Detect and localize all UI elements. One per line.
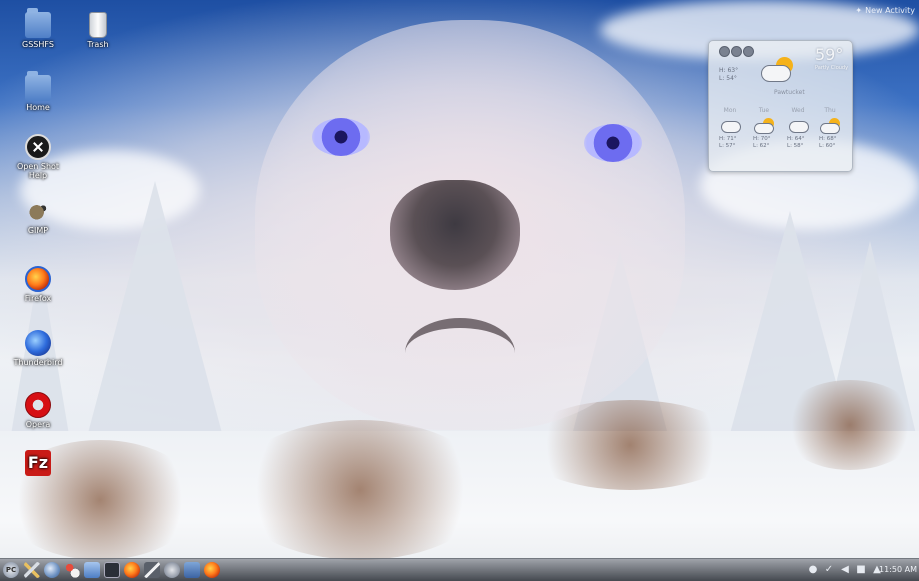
- games-icon[interactable]: [64, 562, 80, 578]
- desktop-icon-label: Opera: [25, 420, 51, 429]
- forecast-day: Wed H: 64° L: 58°: [783, 107, 813, 150]
- file-manager-icon[interactable]: [84, 562, 100, 578]
- desktop-icon-trash[interactable]: Trash: [70, 12, 126, 49]
- desktop-icon-filezilla[interactable]: Fz: [10, 450, 66, 478]
- current-temperature: 59°: [815, 45, 844, 64]
- desktop-icon-firefox[interactable]: Firefox: [10, 266, 66, 303]
- sun-cloud-icon: [820, 118, 840, 134]
- firefox-icon: [25, 266, 51, 292]
- forecast-low: L: 57°: [719, 143, 736, 149]
- forecast-low: L: 60°: [819, 143, 836, 149]
- desktop-icon-label: GIMP: [27, 226, 49, 235]
- forecast-temps: H: 68° L: 60°: [815, 136, 845, 150]
- tools-icon[interactable]: [24, 562, 40, 578]
- kickoff-menu-icon[interactable]: PC: [3, 562, 19, 578]
- desktop-icon-thunderbird[interactable]: Thunderbird: [10, 330, 66, 367]
- forecast-high: H: 64°: [787, 136, 805, 142]
- dog-mouth: [405, 318, 515, 388]
- terminal-icon[interactable]: [104, 562, 120, 578]
- today-low: L: 54°: [719, 75, 737, 82]
- weather-location: Pawtucket: [774, 89, 805, 96]
- thunderbird-icon: [25, 330, 51, 356]
- text-editor-icon[interactable]: [144, 562, 160, 578]
- widget-resize-icon[interactable]: [743, 46, 754, 57]
- current-condition: Partly Cloudy: [815, 65, 849, 71]
- desktop-icon-label: Trash: [87, 40, 109, 49]
- forecast-temps: H: 71° L: 57°: [715, 136, 745, 150]
- forecast-low: L: 62°: [753, 143, 770, 149]
- forecast-day-name: Wed: [791, 107, 805, 114]
- desktop-icon-openshot-help[interactable]: Open Shot Help: [10, 134, 66, 180]
- cloud-icon: [720, 118, 741, 133]
- desktop-icon-label: Thunderbird: [13, 358, 63, 367]
- desktop-icon-label: Open Shot Help: [16, 162, 60, 180]
- bamboo-brush: [780, 380, 919, 470]
- desktop-icon-gsshfs[interactable]: GSSHFS: [10, 8, 66, 49]
- forecast-high: H: 71°: [719, 136, 737, 142]
- new-activity-button[interactable]: ✦ New Activity: [855, 6, 915, 15]
- sun-cloud-icon: [761, 57, 795, 83]
- gimp-icon: [25, 198, 51, 224]
- weather-widget[interactable]: 59° Partly Cloudy H: 63° L: 54° Pawtucke…: [708, 40, 853, 172]
- system-tray: ● ✓ ◀ ■ ▲: [807, 563, 883, 576]
- system-settings-icon[interactable]: [164, 562, 180, 578]
- forecast-high: H: 68°: [819, 136, 837, 142]
- forecast-temps: H: 64° L: 58°: [783, 136, 813, 150]
- activity-icon: ✦: [855, 6, 863, 15]
- dog-eye-right: [584, 124, 642, 162]
- network-globe-icon[interactable]: [44, 562, 60, 578]
- filezilla-icon: Fz: [25, 450, 51, 476]
- today-high-low: H: 63° L: 54°: [719, 67, 738, 83]
- network-icon[interactable]: ●: [807, 563, 819, 576]
- widget-settings-icon[interactable]: [731, 46, 742, 57]
- desktop-icon-label: Firefox: [24, 294, 52, 303]
- firefox-task-icon[interactable]: [204, 562, 220, 578]
- widget-close-icon[interactable]: [719, 46, 730, 57]
- desktop-icon-opera[interactable]: Opera: [10, 392, 66, 429]
- openshot-icon: [25, 134, 51, 160]
- volume-icon[interactable]: ◀: [839, 563, 851, 576]
- forecast-day: Tue H: 70° L: 62°: [749, 107, 779, 150]
- forecast-day-name: Tue: [758, 107, 770, 114]
- opera-icon: [25, 392, 51, 418]
- cloud-icon: [788, 118, 809, 133]
- sun-cloud-icon: [754, 118, 774, 134]
- application-icon[interactable]: [184, 562, 200, 578]
- forecast-day-name: Mon: [723, 107, 737, 114]
- forecast-day-name: Thu: [824, 107, 836, 114]
- home-folder-icon: [25, 71, 51, 101]
- desktop-icon-label: GSSHFS: [22, 40, 54, 49]
- desktop-icon-label: Home: [26, 103, 50, 112]
- folder-icon: [25, 8, 51, 38]
- desktop-icon-home[interactable]: Home: [10, 71, 66, 112]
- clock[interactable]: 11:50 AM: [879, 563, 917, 576]
- new-activity-label: New Activity: [865, 6, 915, 15]
- forecast-temps: H: 70° L: 62°: [749, 136, 779, 150]
- taskbar-panel: PC ● ✓ ◀ ■ ▲ 11:50 AM: [0, 558, 919, 581]
- update-check-icon[interactable]: ✓: [823, 563, 835, 576]
- forecast-high: H: 70°: [753, 136, 771, 142]
- trash-icon: [89, 12, 107, 38]
- today-high: H: 63°: [719, 67, 739, 74]
- bamboo-brush: [230, 420, 490, 560]
- forecast-day: Thu H: 68° L: 60°: [815, 107, 845, 150]
- forecast-day: Mon H: 71° L: 57°: [715, 107, 745, 150]
- dog-nose: [390, 180, 520, 290]
- forecast-low: L: 58°: [787, 143, 804, 149]
- device-notifier-icon[interactable]: ■: [855, 563, 867, 576]
- firefox-launcher-icon[interactable]: [124, 562, 140, 578]
- dog-eye-left: [312, 118, 370, 156]
- desktop-icon-gimp[interactable]: GIMP: [10, 198, 66, 235]
